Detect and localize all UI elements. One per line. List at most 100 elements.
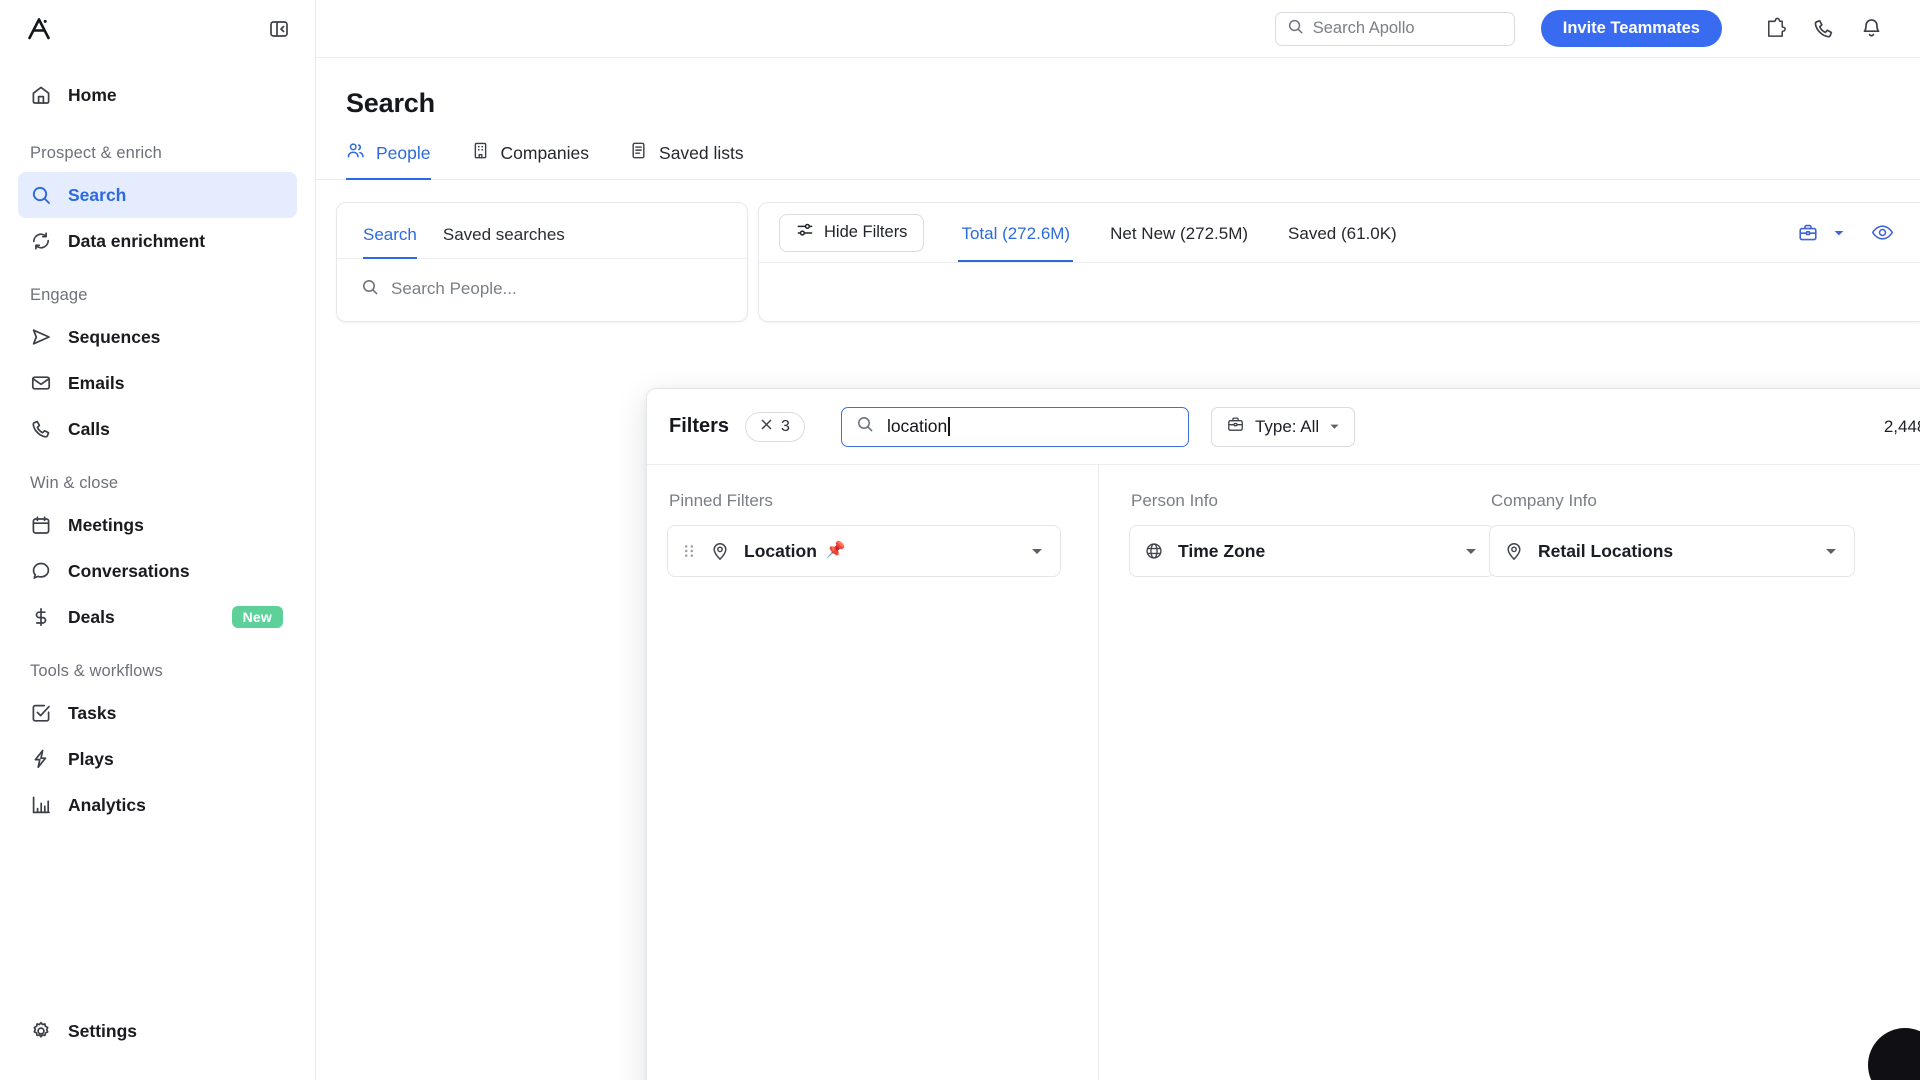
sidebar-item-home[interactable]: Home bbox=[18, 72, 297, 118]
sidebar-item-sequences[interactable]: Sequences bbox=[18, 314, 297, 360]
clear-filters-chip[interactable]: 3 bbox=[745, 411, 805, 442]
apollo-logo[interactable] bbox=[24, 14, 54, 44]
building-icon bbox=[471, 141, 490, 165]
count-tab-net-new[interactable]: Net New (272.5M) bbox=[1107, 205, 1251, 262]
sidebar-item-tasks[interactable]: Tasks bbox=[18, 690, 297, 736]
search-people-input[interactable]: Search People... bbox=[337, 259, 747, 319]
drag-handle-icon[interactable] bbox=[682, 541, 696, 561]
sidebar-item-label: Data enrichment bbox=[68, 230, 206, 251]
filter-search-input[interactable]: location bbox=[840, 406, 1189, 447]
phone-icon bbox=[30, 418, 52, 440]
briefcase-icon[interactable] bbox=[1797, 222, 1819, 244]
hide-filters-label: Hide Filters bbox=[824, 223, 908, 241]
count-tab-total[interactable]: Total (272.6M) bbox=[958, 205, 1074, 262]
send-icon bbox=[30, 326, 52, 348]
sidebar-header bbox=[0, 0, 315, 58]
bar-chart-icon bbox=[30, 794, 52, 816]
global-search-input[interactable]: Search Apollo bbox=[1274, 11, 1515, 46]
envelope-icon bbox=[30, 372, 52, 394]
dollar-icon bbox=[30, 606, 52, 628]
search-icon bbox=[1287, 18, 1304, 40]
count-tab-saved[interactable]: Saved (61.0K) bbox=[1285, 205, 1400, 262]
filter-row-location[interactable]: Location 📌 bbox=[667, 525, 1061, 577]
gear-icon bbox=[30, 1020, 52, 1042]
close-x-icon bbox=[760, 418, 773, 436]
tab-companies[interactable]: Companies bbox=[471, 141, 589, 180]
active-filter-count: 3 bbox=[781, 417, 790, 435]
status-badge: New bbox=[231, 606, 283, 628]
filter-column-person-info: Person Info Time Zone bbox=[1099, 465, 1495, 1080]
sidebar-item-label: Emails bbox=[68, 372, 125, 393]
sidebar-nav: Home Prospect & enrich Search Data enric… bbox=[0, 58, 315, 1008]
search-icon bbox=[856, 415, 874, 438]
lightning-icon bbox=[30, 748, 52, 770]
sliders-icon bbox=[796, 221, 814, 244]
list-icon bbox=[629, 141, 648, 165]
sidebar-item-search[interactable]: Search bbox=[18, 172, 297, 218]
sidebar-item-label: Sequences bbox=[68, 326, 161, 347]
filter-type-select[interactable]: Type: All bbox=[1210, 406, 1356, 447]
sidebar-item-label: Tasks bbox=[68, 702, 117, 723]
search-page: Search People Companies Saved lists Sear… bbox=[316, 58, 1920, 1080]
column-heading: Company Info bbox=[1491, 491, 1597, 510]
filters-modal-body: Pinned Filters Location 📌 Person Info Ti… bbox=[647, 465, 1920, 1080]
sidebar-group-label: Win & close bbox=[30, 474, 119, 492]
sidebar-group-label: Engage bbox=[30, 286, 88, 304]
people-icon bbox=[346, 141, 365, 165]
filter-type-label: Type: All bbox=[1254, 416, 1320, 436]
sidebar-item-meetings[interactable]: Meetings bbox=[18, 502, 297, 548]
eye-icon[interactable] bbox=[1871, 221, 1894, 244]
sidebar-item-label: Conversations bbox=[68, 560, 190, 581]
results-toolbar: Hide Filters Total (272.6M) Net New (272… bbox=[759, 203, 1920, 263]
checkbox-icon bbox=[30, 702, 52, 724]
tab-label: People bbox=[376, 142, 431, 163]
filter-column-pinned: Pinned Filters Location 📌 bbox=[647, 465, 1099, 1080]
main-area: Search Apollo Invite Teammates Search Pe… bbox=[316, 0, 1920, 1080]
sidebar-item-data-enrichment[interactable]: Data enrichment bbox=[18, 218, 297, 264]
tab-label: Saved lists bbox=[659, 142, 744, 163]
sidebar-item-calls[interactable]: Calls bbox=[18, 406, 297, 452]
column-heading: Pinned Filters bbox=[669, 491, 773, 510]
chevron-down-icon[interactable] bbox=[1833, 227, 1845, 239]
filter-row-retail-locations[interactable]: Retail Locations bbox=[1489, 525, 1855, 577]
app-root: Home Prospect & enrich Search Data enric… bbox=[0, 0, 1920, 1080]
sidebar-item-settings[interactable]: Settings bbox=[18, 1008, 297, 1054]
map-pin-icon bbox=[1504, 541, 1524, 561]
sidebar-item-label: Plays bbox=[68, 748, 114, 769]
tab-saved-searches[interactable]: Saved searches bbox=[443, 225, 565, 259]
filter-search-value: location bbox=[886, 416, 948, 436]
hide-filters-button[interactable]: Hide Filters bbox=[779, 213, 925, 252]
content-row: Search Saved searches Search People... H… bbox=[316, 180, 1920, 322]
puzzle-extension-icon[interactable] bbox=[1758, 12, 1792, 46]
global-search-placeholder: Search Apollo bbox=[1312, 19, 1415, 37]
tab-saved-lists[interactable]: Saved lists bbox=[629, 141, 744, 180]
filter-row-time-zone[interactable]: Time Zone bbox=[1129, 525, 1495, 577]
sidebar-item-label: Meetings bbox=[68, 514, 144, 535]
page-tabs: People Companies Saved lists bbox=[316, 119, 1920, 180]
filters-modal-header: Filters 3 location Type: All 2,44 bbox=[647, 389, 1920, 465]
tab-people[interactable]: People bbox=[346, 141, 431, 180]
invite-teammates-button[interactable]: Invite Teammates bbox=[1540, 10, 1722, 47]
top-bar: Search Apollo Invite Teammates bbox=[316, 0, 1920, 58]
sidebar-item-deals[interactable]: Deals New bbox=[18, 594, 297, 640]
filter-row-label: Time Zone bbox=[1178, 540, 1266, 561]
sidebar-item-analytics[interactable]: Analytics bbox=[18, 782, 297, 828]
refresh-data-icon bbox=[30, 230, 52, 252]
sidebar-item-label: Settings bbox=[68, 1020, 138, 1041]
pin-emoji-icon: 📌 bbox=[825, 542, 846, 559]
search-icon bbox=[361, 278, 379, 301]
tab-search[interactable]: Search bbox=[363, 225, 417, 259]
sidebar-item-label: Home bbox=[68, 84, 117, 105]
sidebar-item-plays[interactable]: Plays bbox=[18, 736, 297, 782]
panel-collapse-icon[interactable] bbox=[265, 15, 293, 43]
sidebar-item-conversations[interactable]: Conversations bbox=[18, 548, 297, 594]
column-heading: Person Info bbox=[1131, 491, 1218, 510]
home-icon bbox=[30, 84, 52, 106]
sidebar-item-emails[interactable]: Emails bbox=[18, 360, 297, 406]
sidebar-group-label: Prospect & enrich bbox=[30, 144, 162, 162]
chevron-down-icon bbox=[1030, 544, 1044, 558]
sidebar-item-label: Analytics bbox=[68, 794, 146, 815]
filter-row-label: Retail Locations bbox=[1538, 540, 1674, 561]
bell-notification-icon[interactable] bbox=[1854, 12, 1888, 46]
phone-icon[interactable] bbox=[1806, 12, 1840, 46]
